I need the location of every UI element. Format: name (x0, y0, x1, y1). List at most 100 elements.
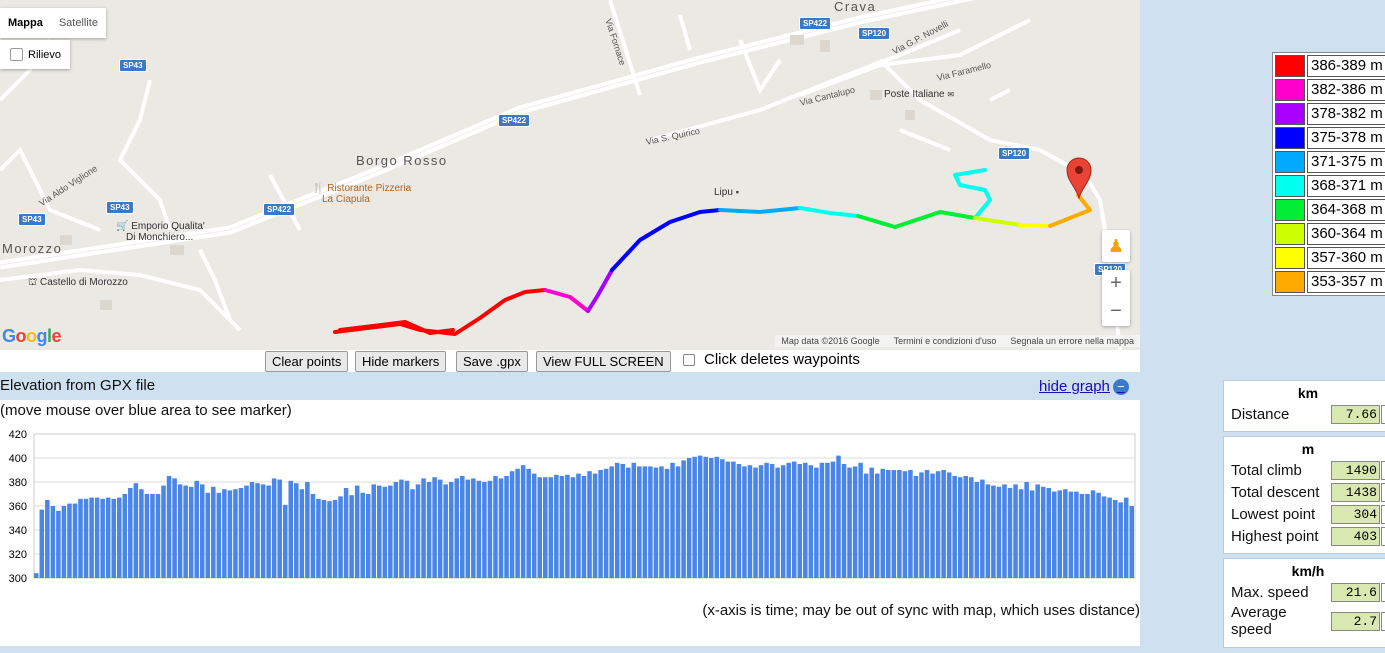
elevation-bar[interactable] (1090, 490, 1096, 578)
elevation-bar[interactable] (122, 494, 128, 578)
elevation-bar[interactable] (482, 482, 487, 578)
elevation-bar[interactable] (714, 456, 720, 578)
elevation-bar[interactable] (880, 468, 886, 578)
elevation-bar[interactable] (249, 482, 255, 578)
hide-graph-link[interactable]: hide graph − (1039, 378, 1129, 395)
elevation-bar[interactable] (338, 496, 343, 578)
elevation-bar[interactable] (797, 464, 803, 578)
elevation-bar[interactable] (924, 470, 930, 578)
elevation-bar[interactable] (305, 482, 310, 578)
elevation-bar[interactable] (128, 488, 133, 578)
elevation-bar[interactable] (863, 473, 869, 578)
elevation-bar[interactable] (957, 477, 963, 578)
elevation-bar[interactable] (675, 466, 681, 578)
elevation-bar[interactable] (930, 473, 935, 578)
elevation-bar[interactable] (786, 462, 791, 578)
elevation-bar[interactable] (886, 470, 891, 578)
elevation-bar[interactable] (133, 483, 139, 578)
elevation-bar[interactable] (841, 464, 847, 578)
elevation-bar[interactable] (56, 510, 61, 578)
elevation-bar[interactable] (736, 464, 742, 578)
elevation-bar[interactable] (365, 494, 371, 578)
elevation-bar[interactable] (388, 485, 393, 578)
elevation-bar[interactable] (543, 477, 548, 578)
elevation-bar[interactable] (725, 461, 731, 578)
elevation-bar[interactable] (520, 465, 526, 578)
elevation-bar[interactable] (775, 467, 780, 578)
elevation-bar[interactable] (415, 484, 421, 578)
elevation-bar[interactable] (526, 468, 531, 578)
elevation-bar[interactable] (349, 495, 354, 578)
elevation-bar[interactable] (731, 461, 736, 578)
elevation-bar[interactable] (471, 478, 476, 578)
elevation-bar[interactable] (913, 476, 919, 578)
elevation-bar[interactable] (587, 471, 592, 578)
elevation-bar[interactable] (769, 464, 775, 578)
elevation-bar[interactable] (1007, 488, 1013, 578)
elevation-bar[interactable] (465, 479, 471, 578)
elevation-bar[interactable] (708, 458, 714, 578)
elevation-bar[interactable] (897, 470, 902, 578)
elevation-bar[interactable] (637, 466, 642, 578)
elevation-bar[interactable] (404, 480, 410, 578)
elevation-bar[interactable] (780, 465, 786, 578)
elevation-bar[interactable] (399, 479, 404, 578)
elevation-bar[interactable] (144, 494, 150, 578)
elevation-bar[interactable] (89, 497, 94, 578)
elevation-bar[interactable] (61, 506, 67, 578)
elevation-bar[interactable] (1063, 489, 1068, 578)
elevation-bar[interactable] (271, 478, 277, 578)
elevation-bar[interactable] (194, 480, 199, 578)
elevation-bar[interactable] (941, 470, 946, 578)
elevation-bar[interactable] (277, 479, 282, 578)
elevation-bar[interactable] (908, 470, 913, 578)
elevation-bar[interactable] (720, 459, 725, 578)
elevation-bar[interactable] (570, 477, 576, 578)
elevation-bar[interactable] (603, 468, 609, 578)
elevation-bar[interactable] (498, 478, 504, 578)
elevation-bar[interactable] (1035, 484, 1040, 578)
elevation-bar[interactable] (814, 467, 819, 578)
street-view-pegman-icon[interactable]: ♟ (1102, 230, 1130, 262)
elevation-bar[interactable] (255, 483, 260, 578)
elevation-bar[interactable] (1107, 497, 1112, 578)
elevation-bar[interactable] (476, 480, 482, 578)
elevation-bar[interactable] (952, 476, 957, 578)
elevation-bar[interactable] (139, 489, 144, 578)
elevation-bar[interactable] (199, 484, 205, 578)
elevation-bar[interactable] (39, 509, 45, 578)
elevation-bar[interactable] (332, 500, 338, 578)
elevation-bar[interactable] (1029, 490, 1035, 578)
elevation-bar[interactable] (1024, 482, 1029, 578)
elevation-bar[interactable] (614, 462, 620, 578)
elevation-bar[interactable] (310, 494, 316, 578)
elevation-bar[interactable] (1046, 488, 1052, 578)
elevation-bar[interactable] (1118, 502, 1123, 578)
click-deletes-checkbox[interactable] (683, 353, 695, 366)
elevation-bar[interactable] (531, 473, 537, 578)
elevation-bar[interactable] (980, 479, 985, 578)
elevation-bar[interactable] (664, 468, 670, 578)
elevation-bar[interactable] (681, 460, 686, 578)
elevation-bar[interactable] (50, 506, 56, 578)
elevation-bar[interactable] (703, 456, 708, 578)
elevation-bar[interactable] (227, 490, 233, 578)
elevation-bar[interactable] (1013, 484, 1018, 578)
elevation-bar[interactable] (454, 478, 460, 578)
hide-markers-button[interactable]: Hide markers (355, 351, 447, 372)
elevation-bar[interactable] (830, 461, 836, 578)
elevation-bar[interactable] (1018, 489, 1024, 578)
elevation-bar[interactable] (554, 474, 559, 578)
elevation-bar[interactable] (111, 498, 116, 578)
elevation-bar[interactable] (565, 474, 570, 578)
clear-points-button[interactable]: Clear points (265, 351, 349, 372)
elevation-bar[interactable] (504, 476, 509, 578)
elevation-bar[interactable] (858, 462, 863, 578)
elevation-bar[interactable] (94, 497, 100, 578)
elevation-bar[interactable] (282, 504, 288, 578)
elevation-bar[interactable] (205, 492, 211, 578)
elevation-bar[interactable] (869, 467, 874, 578)
elevation-bar[interactable] (150, 494, 155, 578)
elevation-bar[interactable] (448, 482, 454, 578)
report-error-link[interactable]: Segnala un errore nella mappa (1010, 336, 1134, 346)
